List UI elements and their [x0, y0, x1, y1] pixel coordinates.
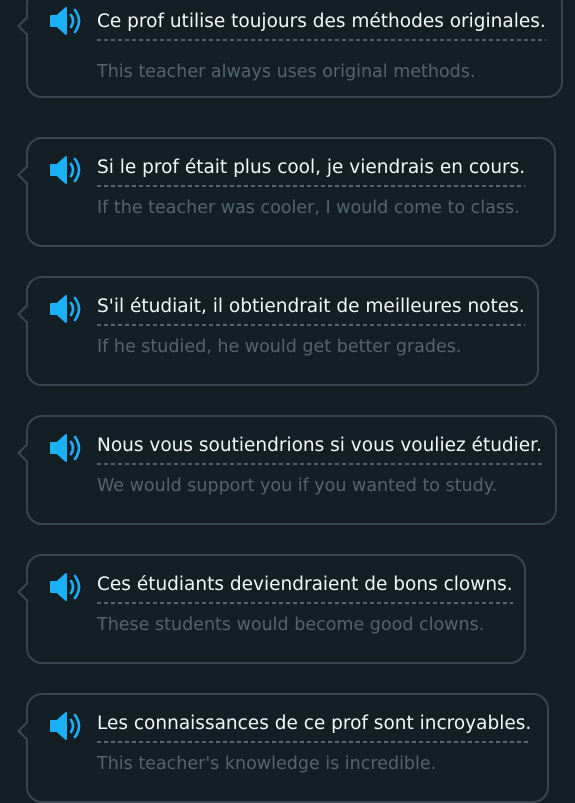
phrase-card: Si le prof était plus cool, je viendrais…	[17, 137, 556, 247]
french-sentence[interactable]: S'il étudiait, il obtiendrait de meilleu…	[97, 294, 525, 326]
french-sentence[interactable]: Ce prof utilise toujours des méthodes or…	[97, 9, 546, 41]
speaker-icon[interactable]	[48, 6, 84, 36]
english-translation: These students would become good clowns.	[97, 615, 485, 635]
phrase-card: Ce prof utilise toujours des méthodes or…	[17, 0, 563, 98]
speaker-icon[interactable]	[48, 711, 84, 741]
phrase-card: Les connaissances de ce prof sont incroy…	[17, 693, 549, 803]
speaker-icon[interactable]	[48, 294, 84, 324]
french-sentence[interactable]: Nous vous soutiendrions si vous vouliez …	[97, 433, 542, 465]
english-translation: We would support you if you wanted to st…	[97, 476, 498, 496]
phrase-card: Ces étudiants deviendraient de bons clow…	[17, 554, 526, 664]
french-sentence[interactable]: Si le prof était plus cool, je viendrais…	[97, 155, 526, 187]
phrase-card: S'il étudiait, il obtiendrait de meilleu…	[17, 276, 539, 386]
english-translation: This teacher's knowledge is incredible.	[97, 754, 437, 774]
english-translation: If the teacher was cooler, I would come …	[97, 198, 520, 218]
speaker-icon[interactable]	[48, 572, 84, 602]
speaker-icon[interactable]	[48, 433, 84, 463]
speaker-icon[interactable]	[48, 155, 84, 185]
french-sentence[interactable]: Ces étudiants deviendraient de bons clow…	[97, 572, 513, 604]
english-translation: This teacher always uses original method…	[97, 62, 476, 82]
french-sentence[interactable]: Les connaissances de ce prof sont incroy…	[97, 711, 532, 743]
english-translation: If he studied, he would get better grade…	[97, 337, 462, 357]
phrase-card: Nous vous soutiendrions si vous vouliez …	[17, 415, 557, 525]
